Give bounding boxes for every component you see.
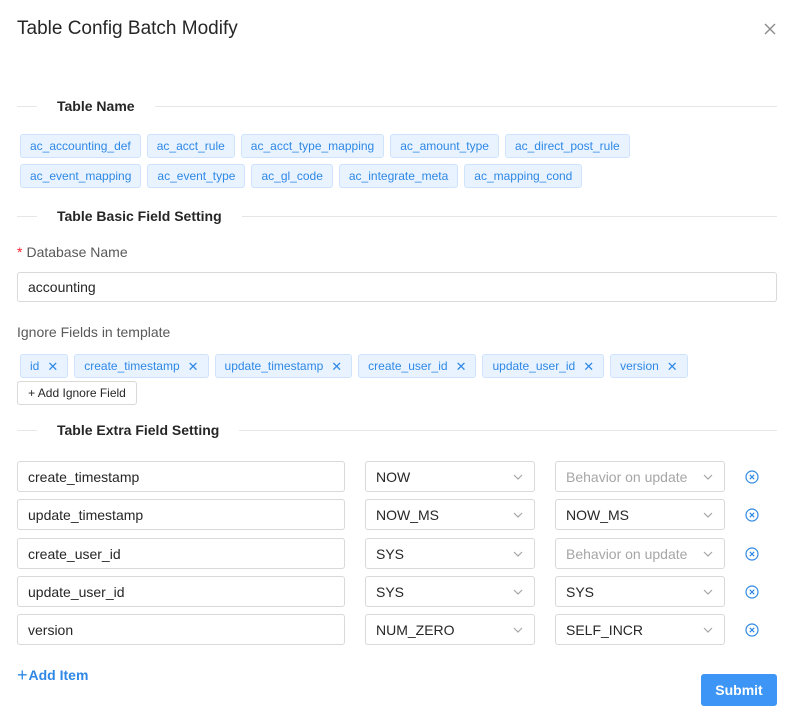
insert-behavior-select[interactable]: SYS (365, 576, 535, 607)
table-name-tag: ac_acct_rule (146, 134, 235, 158)
insert-behavior-value: NOW (376, 468, 411, 485)
plus-icon: + (17, 665, 28, 685)
section-title-extra: Table Extra Field Setting (57, 422, 220, 438)
update-behavior-select[interactable]: Behavior on update (555, 538, 725, 569)
ignore-field-tag: version ✕ (610, 354, 688, 378)
insert-behavior-select[interactable]: NUM_ZERO (365, 614, 535, 645)
chevron-down-icon (513, 474, 523, 480)
chevron-down-icon (703, 512, 713, 518)
table-name-tag: ac_event_mapping (20, 164, 142, 188)
table-name-tag: ac_event_type (147, 164, 246, 188)
ignore-field-tag-label: version (620, 359, 659, 373)
section-title-table-name: Table Name (57, 98, 135, 114)
update-behavior-select[interactable]: SYS (555, 576, 725, 607)
update-behavior-value: Behavior on update (566, 545, 688, 562)
chevron-down-icon (703, 627, 713, 633)
tag-close-icon[interactable]: ✕ (456, 360, 467, 373)
ignore-field-tag-label: update_timestamp (224, 359, 324, 373)
chevron-down-icon (703, 589, 713, 595)
remove-circle-icon[interactable] (744, 584, 760, 600)
tag-close-icon[interactable]: ✕ (188, 360, 199, 373)
extra-field-name-input[interactable] (17, 538, 345, 569)
chevron-down-icon (513, 589, 523, 595)
ignore-field-tag: update_user_id ✕ (482, 354, 605, 378)
ignore-field-tag: create_timestamp ✕ (74, 354, 209, 378)
extra-field-name-input[interactable] (17, 576, 345, 607)
add-ignore-field-button[interactable]: + Add Ignore Field (17, 381, 137, 405)
remove-circle-icon[interactable] (744, 546, 760, 562)
tag-close-icon[interactable]: ✕ (667, 360, 678, 373)
database-name-label: * Database Name (17, 244, 128, 260)
table-name-tag: ac_mapping_cond (464, 164, 583, 188)
table-name-tag: ac_gl_code (251, 164, 333, 188)
update-behavior-value: SYS (566, 583, 595, 600)
close-icon[interactable] (760, 19, 780, 39)
divider-extra: Table Extra Field Setting (17, 419, 777, 441)
database-name-label-text: Database Name (26, 244, 128, 260)
extra-field-name-input[interactable] (17, 499, 345, 530)
section-title-basic: Table Basic Field Setting (57, 208, 222, 224)
divider-basic: Table Basic Field Setting (17, 205, 777, 227)
table-name-tag: ac_integrate_meta (338, 164, 459, 188)
remove-circle-icon[interactable] (744, 507, 760, 523)
insert-behavior-select[interactable]: NOW_MS (365, 499, 535, 530)
table-name-tag: ac_acct_type_mapping (240, 134, 385, 158)
update-behavior-value: Behavior on update (566, 468, 688, 485)
ignore-field-tag-label: id (30, 359, 40, 373)
add-item-button[interactable]: + Add Item (17, 666, 88, 684)
update-behavior-value: NOW_MS (566, 506, 629, 523)
update-behavior-select[interactable]: SELF_INCR (555, 614, 725, 645)
ignore-fields-tags: id ✕ create_timestamp ✕ update_timestamp ✕ … (20, 354, 688, 378)
insert-behavior-value: NOW_MS (376, 506, 439, 523)
update-behavior-select[interactable]: NOW_MS (555, 499, 725, 530)
add-item-label: Add Item (28, 667, 89, 683)
database-name-input[interactable] (17, 272, 777, 302)
remove-circle-icon[interactable] (744, 622, 760, 638)
ignore-field-tag-label: create_user_id (368, 359, 448, 373)
ignore-field-tag-label: create_timestamp (84, 359, 180, 373)
divider-table-name: Table Name (17, 95, 777, 117)
tag-close-icon[interactable]: ✕ (47, 360, 58, 373)
ignore-field-tag: id ✕ (20, 354, 69, 378)
table-name-tags-row-2: ac_event_mapping ac_event_type ac_gl_cod… (20, 164, 583, 188)
submit-button[interactable]: Submit (701, 674, 777, 706)
insert-behavior-value: SYS (376, 545, 405, 562)
table-name-tag: ac_accounting_def (20, 134, 141, 158)
ignore-field-tag-label: update_user_id (492, 359, 576, 373)
insert-behavior-select[interactable]: NOW (365, 461, 535, 492)
update-behavior-select[interactable]: Behavior on update (555, 461, 725, 492)
chevron-down-icon (513, 627, 523, 633)
insert-behavior-value: NUM_ZERO (376, 621, 455, 638)
extra-field-name-input[interactable] (17, 614, 345, 645)
remove-circle-icon[interactable] (744, 469, 760, 485)
ignore-field-tag: update_timestamp ✕ (214, 354, 353, 378)
update-behavior-value: SELF_INCR (566, 621, 644, 638)
chevron-down-icon (703, 474, 713, 480)
chevron-down-icon (513, 551, 523, 557)
table-name-tag: ac_amount_type (390, 134, 499, 158)
ignore-fields-label: Ignore Fields in template (17, 324, 171, 340)
tag-close-icon[interactable]: ✕ (583, 360, 594, 373)
ignore-field-tag: create_user_id ✕ (358, 354, 477, 378)
table-name-tags-row-1: ac_accounting_def ac_acct_rule ac_acct_t… (20, 134, 630, 158)
required-marker: * (17, 244, 23, 260)
modal-title: Table Config Batch Modify (17, 18, 238, 39)
insert-behavior-select[interactable]: SYS (365, 538, 535, 569)
chevron-down-icon (703, 551, 713, 557)
insert-behavior-value: SYS (376, 583, 405, 600)
table-name-tag: ac_direct_post_rule (504, 134, 630, 158)
chevron-down-icon (513, 512, 523, 518)
tag-close-icon[interactable]: ✕ (331, 360, 342, 373)
extra-field-name-input[interactable] (17, 461, 345, 492)
